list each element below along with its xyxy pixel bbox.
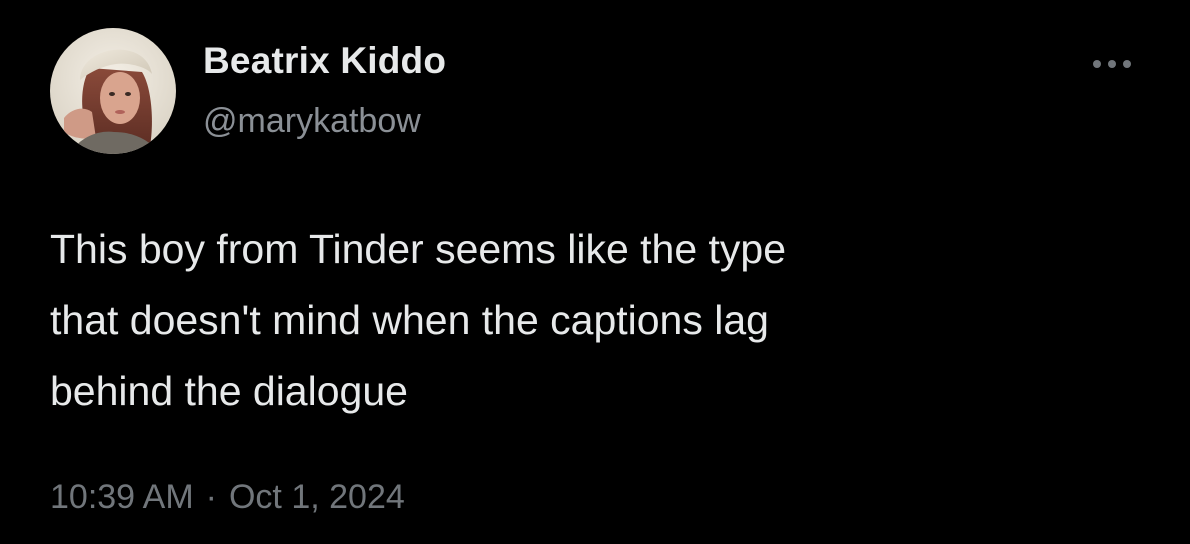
more-horizontal-icon	[1093, 60, 1131, 68]
tweet-time-link[interactable]: 10:39 AM	[50, 478, 194, 516]
avatar-image	[50, 28, 176, 154]
author-display-name[interactable]: Beatrix Kiddo	[203, 40, 446, 82]
tweet-text: This boy from Tinder seems like the type…	[50, 214, 1130, 427]
tweet-date-link[interactable]: Oct 1, 2024	[229, 478, 405, 516]
tweet-text-line: behind the dialogue	[50, 368, 408, 414]
avatar[interactable]	[50, 28, 176, 154]
meta-separator: ·	[205, 478, 217, 516]
tweet-meta: 10:39 AM · Oct 1, 2024	[50, 478, 405, 517]
tweet-text-line: This boy from Tinder seems like the type	[50, 226, 787, 272]
tweet-card: Beatrix Kiddo @marykatbow This boy from …	[0, 0, 1190, 544]
author-handle[interactable]: @marykatbow	[203, 102, 421, 141]
tweet-text-line: that doesn't mind when the captions lag	[50, 297, 769, 343]
more-options-button[interactable]	[1086, 52, 1138, 76]
